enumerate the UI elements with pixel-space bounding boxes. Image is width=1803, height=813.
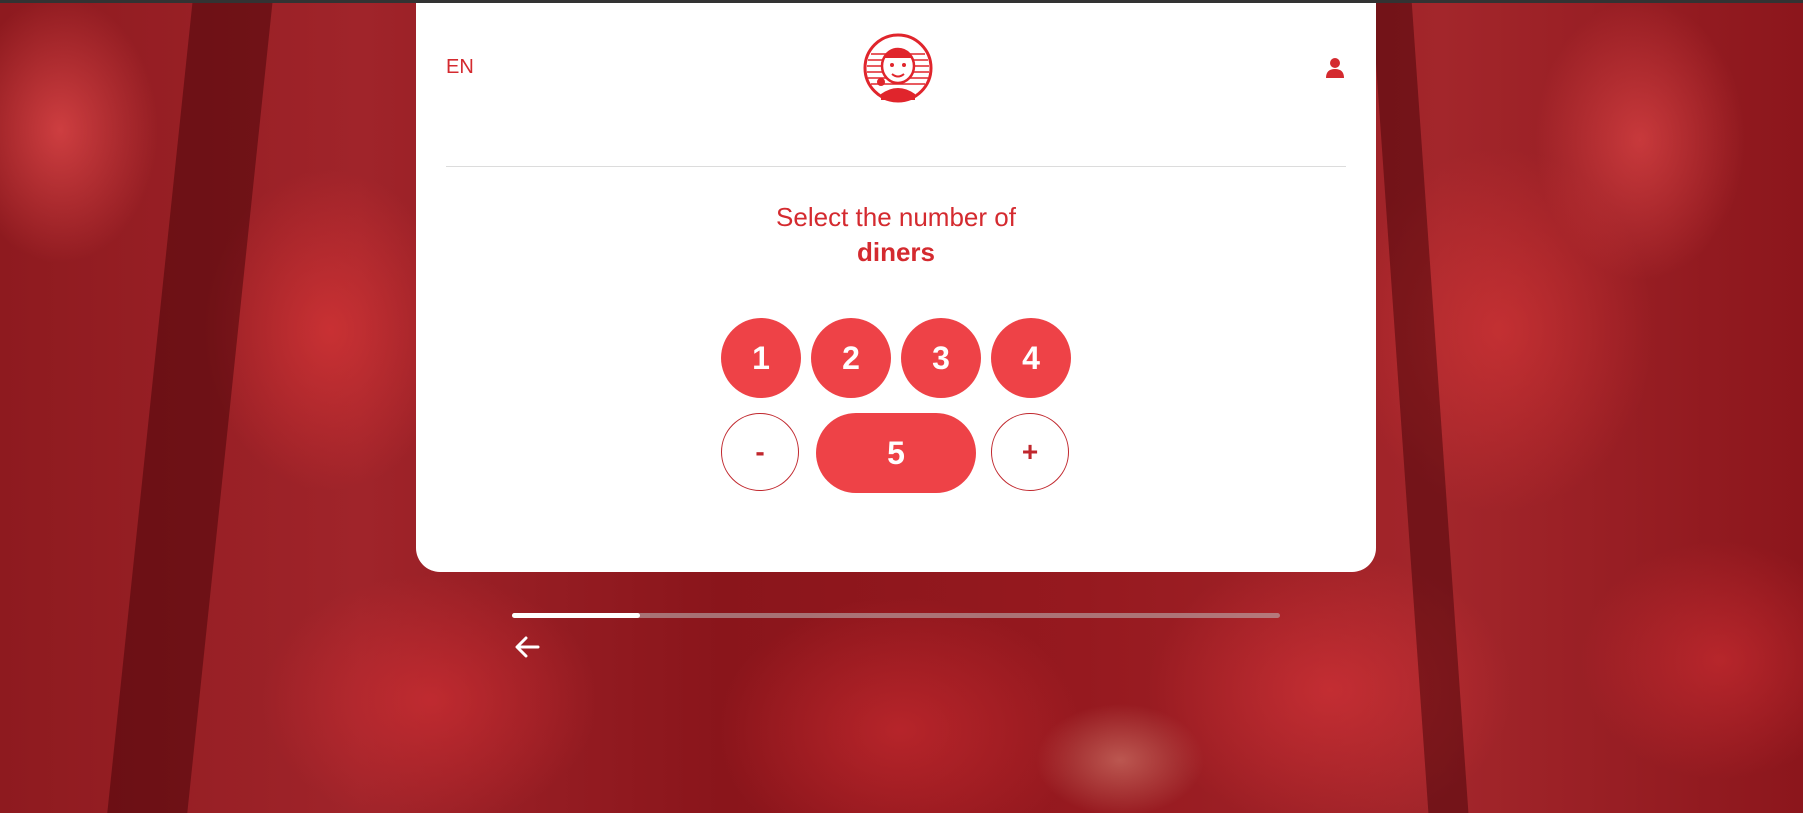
header-divider — [446, 166, 1346, 167]
diners-option-2[interactable]: 2 — [811, 318, 891, 398]
title-line: Select the number of — [776, 202, 1016, 232]
progress-bar — [512, 613, 1280, 618]
progress-bar-fill — [512, 613, 641, 618]
booking-card: EN Select the number of diners 1 2 3 4 -… — [416, 3, 1376, 572]
diners-option-1[interactable]: 1 — [721, 318, 801, 398]
diners-option-4[interactable]: 4 — [991, 318, 1071, 398]
title-emphasis: diners — [856, 237, 936, 267]
increment-button[interactable]: + — [991, 413, 1069, 491]
diners-count-display: 5 — [816, 413, 976, 493]
decrement-button[interactable]: - — [721, 413, 799, 491]
diners-option-3[interactable]: 3 — [901, 318, 981, 398]
arrow-left-icon — [514, 636, 540, 661]
restaurant-logo-icon[interactable] — [863, 32, 933, 104]
language-selector[interactable]: EN — [446, 56, 474, 79]
user-icon[interactable] — [1325, 57, 1345, 79]
page-title: Select the number of diners — [416, 200, 1376, 270]
back-button[interactable] — [510, 633, 544, 663]
